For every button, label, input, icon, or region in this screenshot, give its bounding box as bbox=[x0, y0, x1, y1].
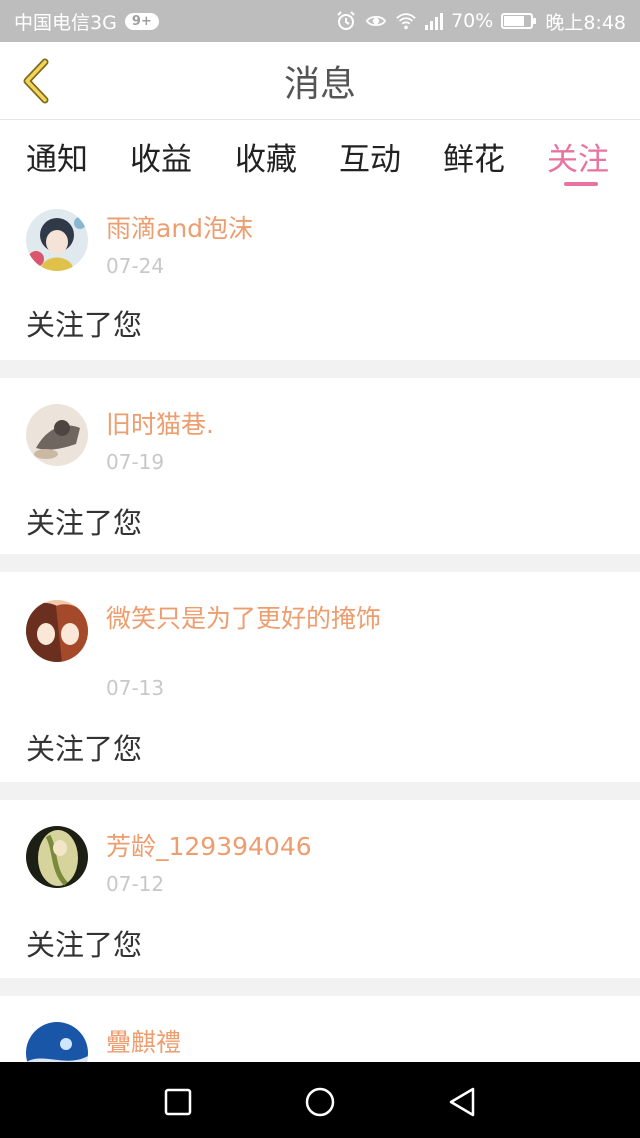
username[interactable]: 芳龄_129394046 bbox=[106, 830, 396, 864]
square-icon bbox=[164, 1088, 192, 1116]
page-title: 消息 bbox=[283, 63, 356, 105]
tab-follows[interactable]: 关注 bbox=[547, 134, 609, 179]
tab-bar: 通知 收益 收藏 互动 鲜花 关注 bbox=[0, 120, 640, 192]
username[interactable]: 旧时猫巷. bbox=[106, 408, 396, 442]
circle-icon bbox=[305, 1087, 335, 1117]
username[interactable]: 雨滴and泡沫 bbox=[106, 212, 396, 246]
message-text: 关注了您 bbox=[26, 308, 143, 342]
recents-button[interactable] bbox=[156, 1080, 200, 1124]
battery-icon bbox=[501, 13, 537, 29]
home-button[interactable] bbox=[298, 1080, 342, 1124]
app-header: 消息 bbox=[0, 42, 640, 120]
tab-earnings[interactable]: 收益 bbox=[130, 134, 192, 179]
back-button[interactable] bbox=[14, 56, 56, 106]
avatar[interactable] bbox=[26, 404, 88, 466]
clock: 晚上8:48 bbox=[545, 11, 626, 34]
list-item[interactable]: 旧时猫巷. 07-19 关注了您 bbox=[0, 378, 640, 554]
tab-notifications[interactable]: 通知 bbox=[26, 134, 88, 179]
system-nav-bar bbox=[0, 1062, 640, 1138]
battery-percent: 70% bbox=[451, 10, 494, 32]
list-item[interactable]: 芳龄_129394046 07-12 关注了您 bbox=[0, 800, 640, 978]
message-text: 关注了您 bbox=[26, 732, 143, 766]
triangle-back-icon bbox=[449, 1087, 475, 1117]
date-label: 07-13 bbox=[106, 676, 165, 700]
avatar[interactable] bbox=[26, 600, 88, 662]
signal-icon bbox=[425, 12, 444, 30]
notification-badge: 9+ bbox=[124, 12, 159, 30]
status-bar: 中国电信3G 9+ 70% 晚上8:48 bbox=[0, 0, 640, 42]
message-text: 关注了您 bbox=[26, 506, 143, 540]
screen: 中国电信3G 9+ 70% 晚上8:48 消息 通知 收益 收藏 互动 鲜花 关… bbox=[0, 0, 640, 1138]
alarm-icon bbox=[335, 10, 357, 32]
date-label: 07-19 bbox=[106, 450, 165, 474]
wifi-icon bbox=[395, 10, 417, 32]
list-item[interactable]: 雨滴and泡沫 07-24 关注了您 bbox=[0, 192, 640, 360]
status-left: 中国电信3G 9+ bbox=[14, 8, 159, 35]
tab-favorites[interactable]: 收藏 bbox=[235, 134, 297, 179]
username[interactable]: 微笑只是为了更好的掩饰 bbox=[106, 602, 396, 636]
status-right: 70% 晚上8:48 bbox=[335, 8, 626, 35]
date-label: 07-24 bbox=[106, 254, 165, 278]
active-tab-indicator bbox=[564, 182, 598, 186]
tab-interactions[interactable]: 互动 bbox=[339, 134, 401, 179]
username[interactable]: 疊麒禮 bbox=[106, 1026, 396, 1060]
chevron-left-icon bbox=[23, 58, 49, 104]
list-item[interactable]: 微笑只是为了更好的掩饰 07-13 关注了您 bbox=[0, 572, 640, 782]
message-text: 关注了您 bbox=[26, 928, 143, 962]
back-nav-button[interactable] bbox=[440, 1080, 484, 1124]
avatar[interactable] bbox=[26, 826, 88, 888]
avatar[interactable] bbox=[26, 209, 88, 271]
eye-icon bbox=[365, 10, 387, 32]
carrier-label: 中国电信3G bbox=[14, 11, 117, 34]
date-label: 07-12 bbox=[106, 872, 165, 896]
tab-flowers[interactable]: 鲜花 bbox=[443, 134, 505, 179]
